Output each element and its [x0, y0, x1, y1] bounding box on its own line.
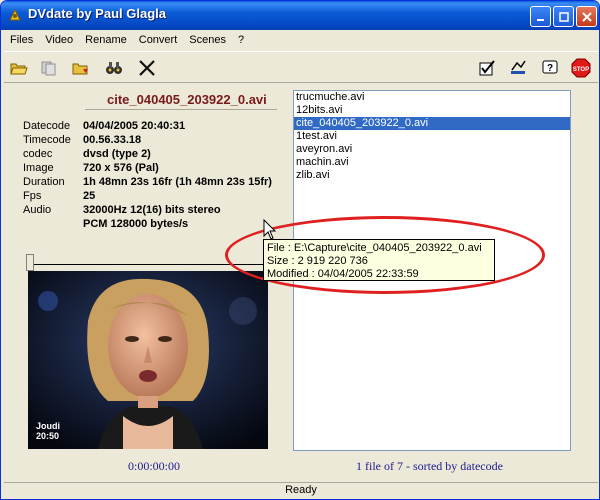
file-title: cite_040405_203922_0.avi — [107, 92, 267, 107]
title-bar[interactable]: DVdate by Paul Glagla — [1, 1, 599, 30]
info-value: dvsd (type 2) — [83, 148, 151, 160]
menu-bar: Files Video Rename Convert Scenes ? — [4, 30, 598, 49]
info-label: Audio — [23, 204, 52, 216]
close-icon — [581, 11, 592, 22]
file-list-item-selected[interactable]: cite_040405_203922_0.avi — [294, 117, 570, 130]
menu-video[interactable]: Video — [39, 34, 79, 46]
info-row-fps: Fps 25 — [23, 189, 272, 203]
info-label: Duration — [23, 176, 65, 188]
menu-scenes[interactable]: Scenes — [183, 34, 232, 46]
file-count-status: 1 file of 7 - sorted by datecode — [356, 459, 503, 473]
info-value: 25 — [83, 190, 96, 202]
checkbox-icon — [479, 60, 495, 76]
maximize-button[interactable] — [553, 6, 574, 27]
info-row-datecode: Datecode 04/04/2005 20:40:31 — [23, 119, 272, 133]
close-button[interactable] — [576, 6, 597, 27]
stop-button[interactable]: STOP — [570, 57, 592, 79]
menu-files[interactable]: Files — [4, 34, 39, 46]
file-info-panel: Datecode 04/04/2005 20:40:31 Timecode 00… — [23, 119, 272, 231]
svg-text:STOP: STOP — [573, 67, 589, 73]
slider-thumb[interactable] — [26, 254, 34, 271]
info-row-image: Image 720 x 576 (Pal) — [23, 161, 272, 175]
svg-text:?: ? — [547, 63, 553, 74]
menu-help[interactable]: ? — [232, 34, 250, 46]
tools-icon — [139, 60, 155, 76]
info-label: Fps — [23, 190, 42, 202]
mouse-cursor-icon — [263, 219, 277, 240]
info-value: 32000Hz 12(16) bits stereo — [83, 204, 221, 216]
help-button[interactable]: ? — [539, 57, 561, 79]
sign-icon — [511, 60, 526, 74]
menu-rename[interactable]: Rename — [79, 34, 133, 46]
search-button[interactable] — [103, 57, 125, 79]
video-preview: Joudi 20:50 — [28, 271, 268, 449]
title-divider — [85, 109, 277, 110]
playback-timecode: 0:00:00:00 — [128, 459, 181, 473]
copy-button[interactable] — [38, 57, 60, 79]
copy-icon — [41, 61, 56, 76]
info-value: 04/04/2005 20:40:31 — [83, 120, 186, 132]
info-value: PCM 128000 bytes/s — [83, 218, 189, 230]
app-window: DVdate by Paul Glagla Files Video Rename… — [0, 0, 600, 500]
info-value: 00.56.33.18 — [83, 134, 142, 146]
video-frame-image — [28, 271, 268, 449]
folder-add-icon — [72, 63, 88, 75]
tooltip-modified: Modified : 04/04/2005 22:33:59 — [267, 268, 419, 280]
info-label: Datecode — [23, 120, 71, 132]
info-label: codec — [23, 148, 53, 160]
stop-icon: STOP — [571, 58, 591, 78]
help-icon: ? — [542, 60, 558, 74]
minimize-icon — [536, 18, 544, 21]
info-label — [23, 217, 83, 231]
file-tooltip: File : E:\Capture\cite_040405_203922_0.a… — [263, 239, 495, 281]
info-value: 720 x 576 (Pal) — [83, 162, 159, 174]
file-list-item[interactable]: aveyron.avi — [294, 143, 570, 156]
minimize-button[interactable] — [530, 6, 551, 27]
file-list-item[interactable]: trucmuche.avi — [294, 91, 570, 104]
info-row-audio-pcm: PCM 128000 bytes/s — [23, 217, 272, 231]
window-title: DVdate by Paul Glagla — [28, 6, 166, 21]
binoculars-icon — [106, 62, 122, 74]
status-text: Ready — [285, 484, 317, 496]
info-row-timecode: Timecode 00.56.33.18 — [23, 133, 272, 147]
sign-button[interactable] — [507, 57, 529, 79]
info-value: 1h 48mn 23s 16fr (1h 48mn 23s 15fr) — [83, 176, 272, 188]
file-list-item[interactable]: zlib.avi — [294, 169, 570, 182]
file-list-item[interactable]: 1test.avi — [294, 130, 570, 143]
info-row-duration: Duration 1h 48mn 23s 16fr (1h 48mn 23s 1… — [23, 175, 272, 189]
file-list-item[interactable]: machin.avi — [294, 156, 570, 169]
info-label: Timecode — [23, 134, 71, 146]
info-label: Image — [23, 162, 54, 174]
logo-line-2: 20:50 — [36, 431, 60, 441]
channel-logo: Joudi 20:50 — [36, 421, 60, 441]
info-row-codec: codec dvsd (type 2) — [23, 147, 272, 161]
folder-add-button[interactable] — [70, 57, 92, 79]
tools-button[interactable] — [136, 57, 158, 79]
logo-line-1: Joudi — [36, 421, 60, 431]
check-button[interactable] — [476, 57, 498, 79]
info-row-audio: Audio 32000Hz 12(16) bits stereo — [23, 203, 272, 217]
status-bar: Ready — [4, 482, 598, 498]
tooltip-size: Size : 2 919 220 736 — [267, 255, 368, 267]
maximize-icon — [558, 11, 569, 22]
open-folder-icon — [10, 63, 28, 75]
open-folder-button[interactable] — [8, 57, 30, 79]
tooltip-file: File : E:\Capture\cite_040405_203922_0.a… — [267, 242, 482, 254]
toolbar: ? STOP — [4, 51, 598, 83]
menu-convert[interactable]: Convert — [133, 34, 184, 46]
app-icon — [9, 8, 21, 21]
file-list-item[interactable]: 12bits.avi — [294, 104, 570, 117]
